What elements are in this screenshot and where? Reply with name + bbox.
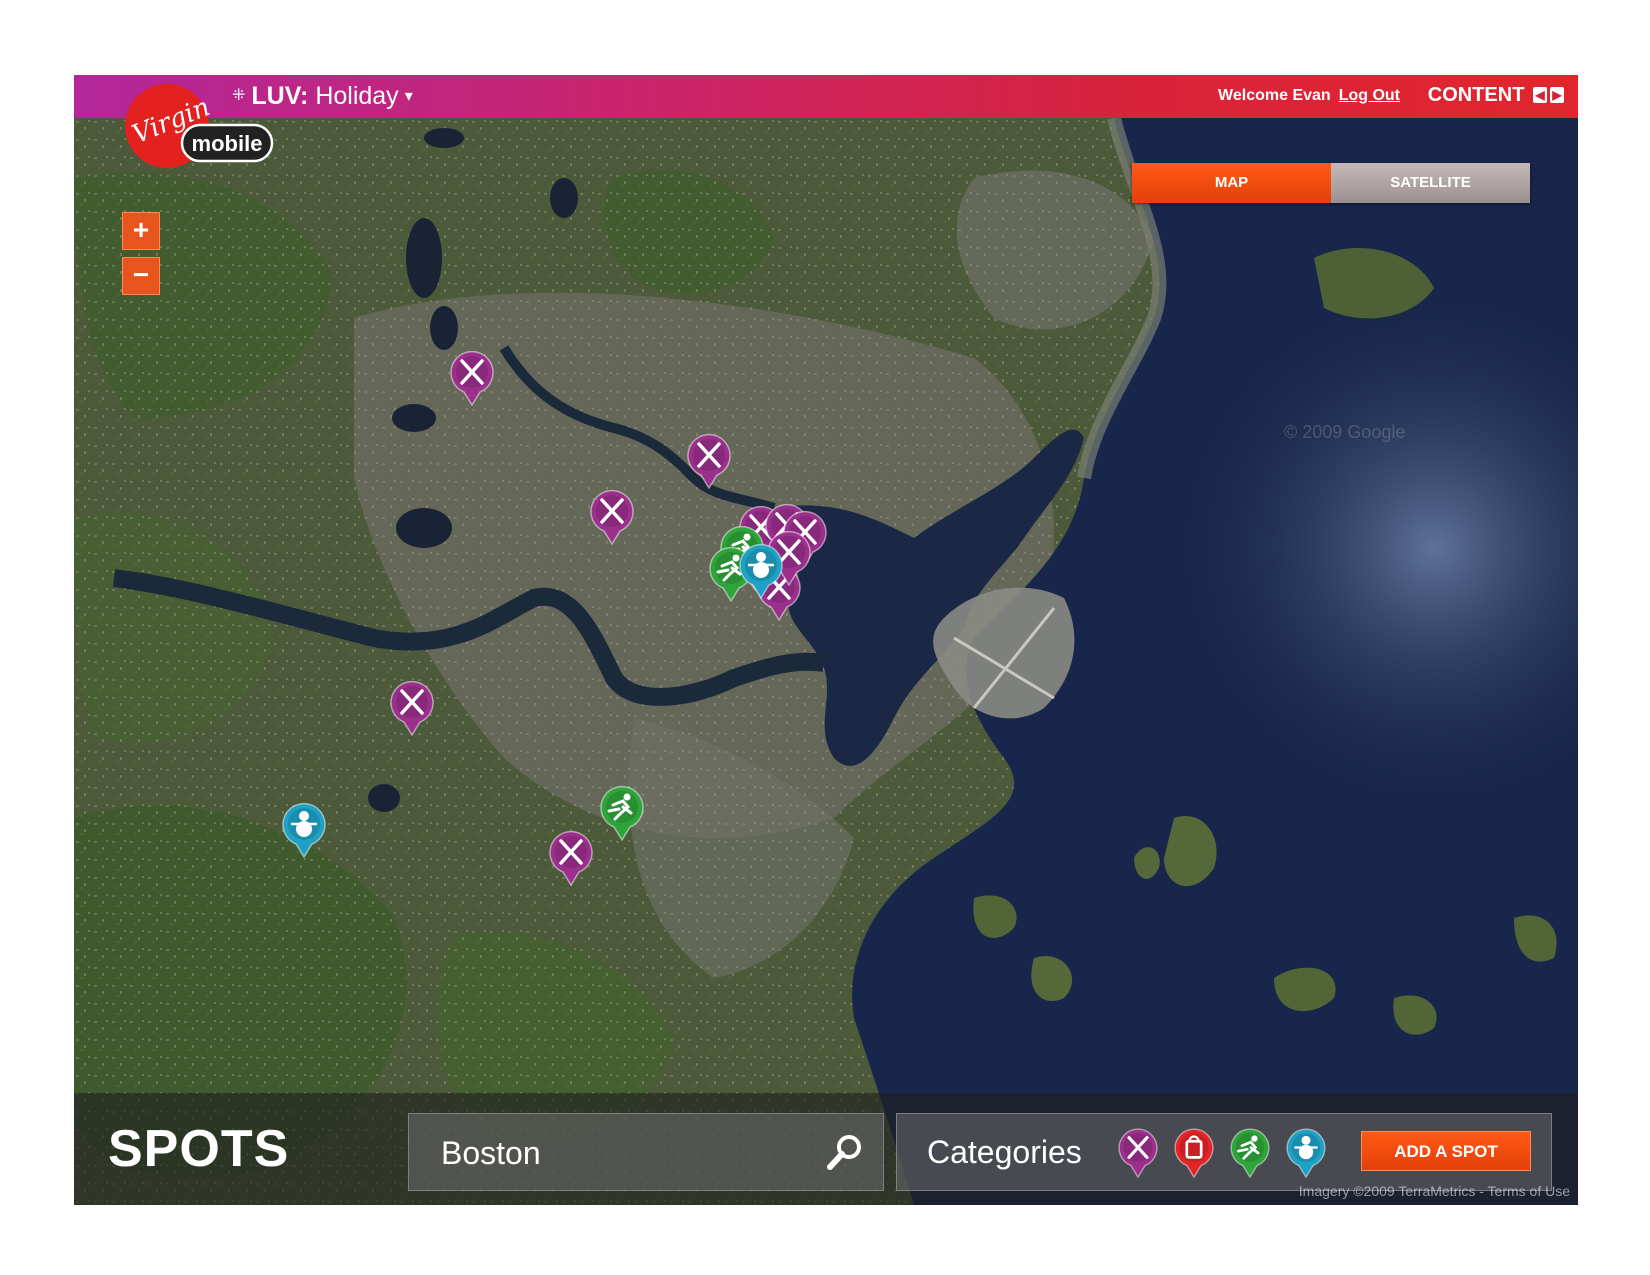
zoom-in-button[interactable]: + (122, 212, 160, 250)
categories-panel: Categories ADD A SPOT (896, 1113, 1552, 1191)
location-search-input[interactable] (439, 1132, 823, 1174)
search-icon[interactable] (825, 1132, 865, 1172)
snowman-icon (739, 543, 783, 600)
snowman-icon (1286, 1128, 1326, 1179)
map-pin-dining[interactable] (447, 348, 497, 407)
logo-text-mobile: mobile (192, 131, 263, 156)
fork-knife-icon (390, 680, 434, 737)
category-filter-activity[interactable] (1227, 1126, 1273, 1179)
top-bar: ⁜ LUV: Holiday ▾ Welcome Evan Log Out CONTE… (74, 75, 1578, 118)
fork-knife-icon (1118, 1128, 1158, 1179)
map-type-toggle: MAP SATELLITE (1132, 163, 1530, 203)
spots-title: SPOTS (108, 1120, 290, 1178)
next-arrow-icon[interactable]: ▶ (1550, 87, 1564, 103)
map-pin-dining[interactable] (684, 431, 734, 490)
chevron-down-icon: ▾ (404, 88, 413, 105)
map-pin-winter[interactable] (736, 541, 786, 600)
shopping-bag-icon (1174, 1128, 1214, 1179)
map-pin-winter[interactable] (279, 800, 329, 859)
fork-knife-icon (590, 489, 634, 546)
map-view-button[interactable]: MAP (1132, 163, 1331, 203)
fork-knife-icon (687, 433, 731, 490)
fork-knife-icon (450, 350, 494, 407)
app-name: Holiday (315, 82, 399, 110)
fork-knife-icon (549, 830, 593, 887)
map-pin-dining[interactable] (587, 487, 637, 546)
content-label: CONTENT (1427, 84, 1525, 106)
prev-arrow-icon[interactable]: ◀ (1533, 87, 1547, 103)
content-nav: CONTENT ◀ ▶ (1428, 84, 1564, 107)
add-spot-button[interactable]: ADD A SPOT (1361, 1131, 1531, 1171)
category-filter-winter[interactable] (1283, 1126, 1329, 1179)
app-frame: © 2009 Google ⁜ LUV: Holiday ▾ Welcome Eva… (74, 75, 1578, 1205)
map-pin-activity[interactable] (597, 783, 647, 842)
category-filter-dining[interactable] (1115, 1126, 1161, 1179)
satellite-map[interactable]: © 2009 Google (74, 118, 1578, 1205)
map-pin-dining[interactable] (546, 828, 596, 887)
categories-label: Categories (927, 1134, 1082, 1170)
virgin-mobile-logo[interactable]: Virgin mobile (112, 81, 278, 171)
map-imagery: © 2009 Google (74, 118, 1578, 1205)
location-search (408, 1113, 884, 1191)
skater-icon (1230, 1128, 1270, 1179)
map-copyright: Imagery ©2009 TerraMetrics - Terms of Us… (1298, 1183, 1570, 1199)
snowman-icon (282, 802, 326, 859)
category-filter-shopping[interactable] (1171, 1126, 1217, 1179)
skater-icon (600, 785, 644, 842)
zoom-out-button[interactable]: − (122, 257, 160, 295)
welcome-text: Welcome Evan (1218, 87, 1331, 104)
svg-text:© 2009 Google: © 2009 Google (1284, 422, 1405, 442)
welcome-area: Welcome Evan Log Out (1218, 87, 1400, 105)
logout-link[interactable]: Log Out (1339, 87, 1400, 104)
map-pin-dining[interactable] (387, 678, 437, 737)
satellite-view-button[interactable]: SATELLITE (1331, 163, 1530, 203)
